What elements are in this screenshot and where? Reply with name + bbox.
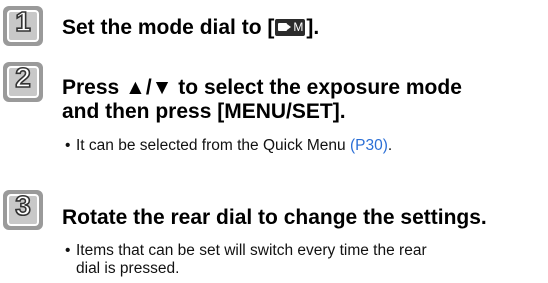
step-2-bullet-end: . bbox=[387, 137, 393, 154]
step-1-badge: 1 bbox=[3, 5, 43, 46]
step-2-number: 2 bbox=[14, 61, 31, 94]
step-3-bullet-line-1: • Items that can be set will switch every… bbox=[65, 242, 427, 259]
step-2-badge: 2 bbox=[3, 61, 43, 102]
step-3-instruction: Rotate the rear dial to change the setti… bbox=[62, 206, 487, 229]
step-1-number: 1 bbox=[14, 5, 31, 38]
mode-icon-label: M bbox=[293, 20, 304, 34]
step-2-line-2: and then press [MENU/SET]. bbox=[62, 100, 346, 123]
step-2-bullet-text: It can be selected from the Quick Menu bbox=[76, 137, 350, 154]
step-3-badge: 3 bbox=[3, 189, 43, 230]
step-2-bullet: • It can be selected from the Quick Menu … bbox=[65, 137, 393, 154]
movie-camera-mode-icon: M bbox=[275, 19, 306, 36]
step-1-text-after: ]. bbox=[306, 16, 320, 39]
step-1-instruction: Set the mode dial to [ M]. bbox=[62, 15, 319, 40]
quick-menu-page-link[interactable]: (P30) bbox=[350, 137, 388, 154]
step-1-text-before: Set the mode dial to [ bbox=[62, 16, 275, 39]
step-3-bullet-line-2: dial is pressed. bbox=[76, 260, 180, 277]
step-3-bullet-text-1: Items that can be set will switch every … bbox=[76, 242, 427, 259]
step-3-number: 3 bbox=[14, 189, 31, 222]
step-2-line-1: Press ▲/▼ to select the exposure mode bbox=[62, 76, 462, 99]
